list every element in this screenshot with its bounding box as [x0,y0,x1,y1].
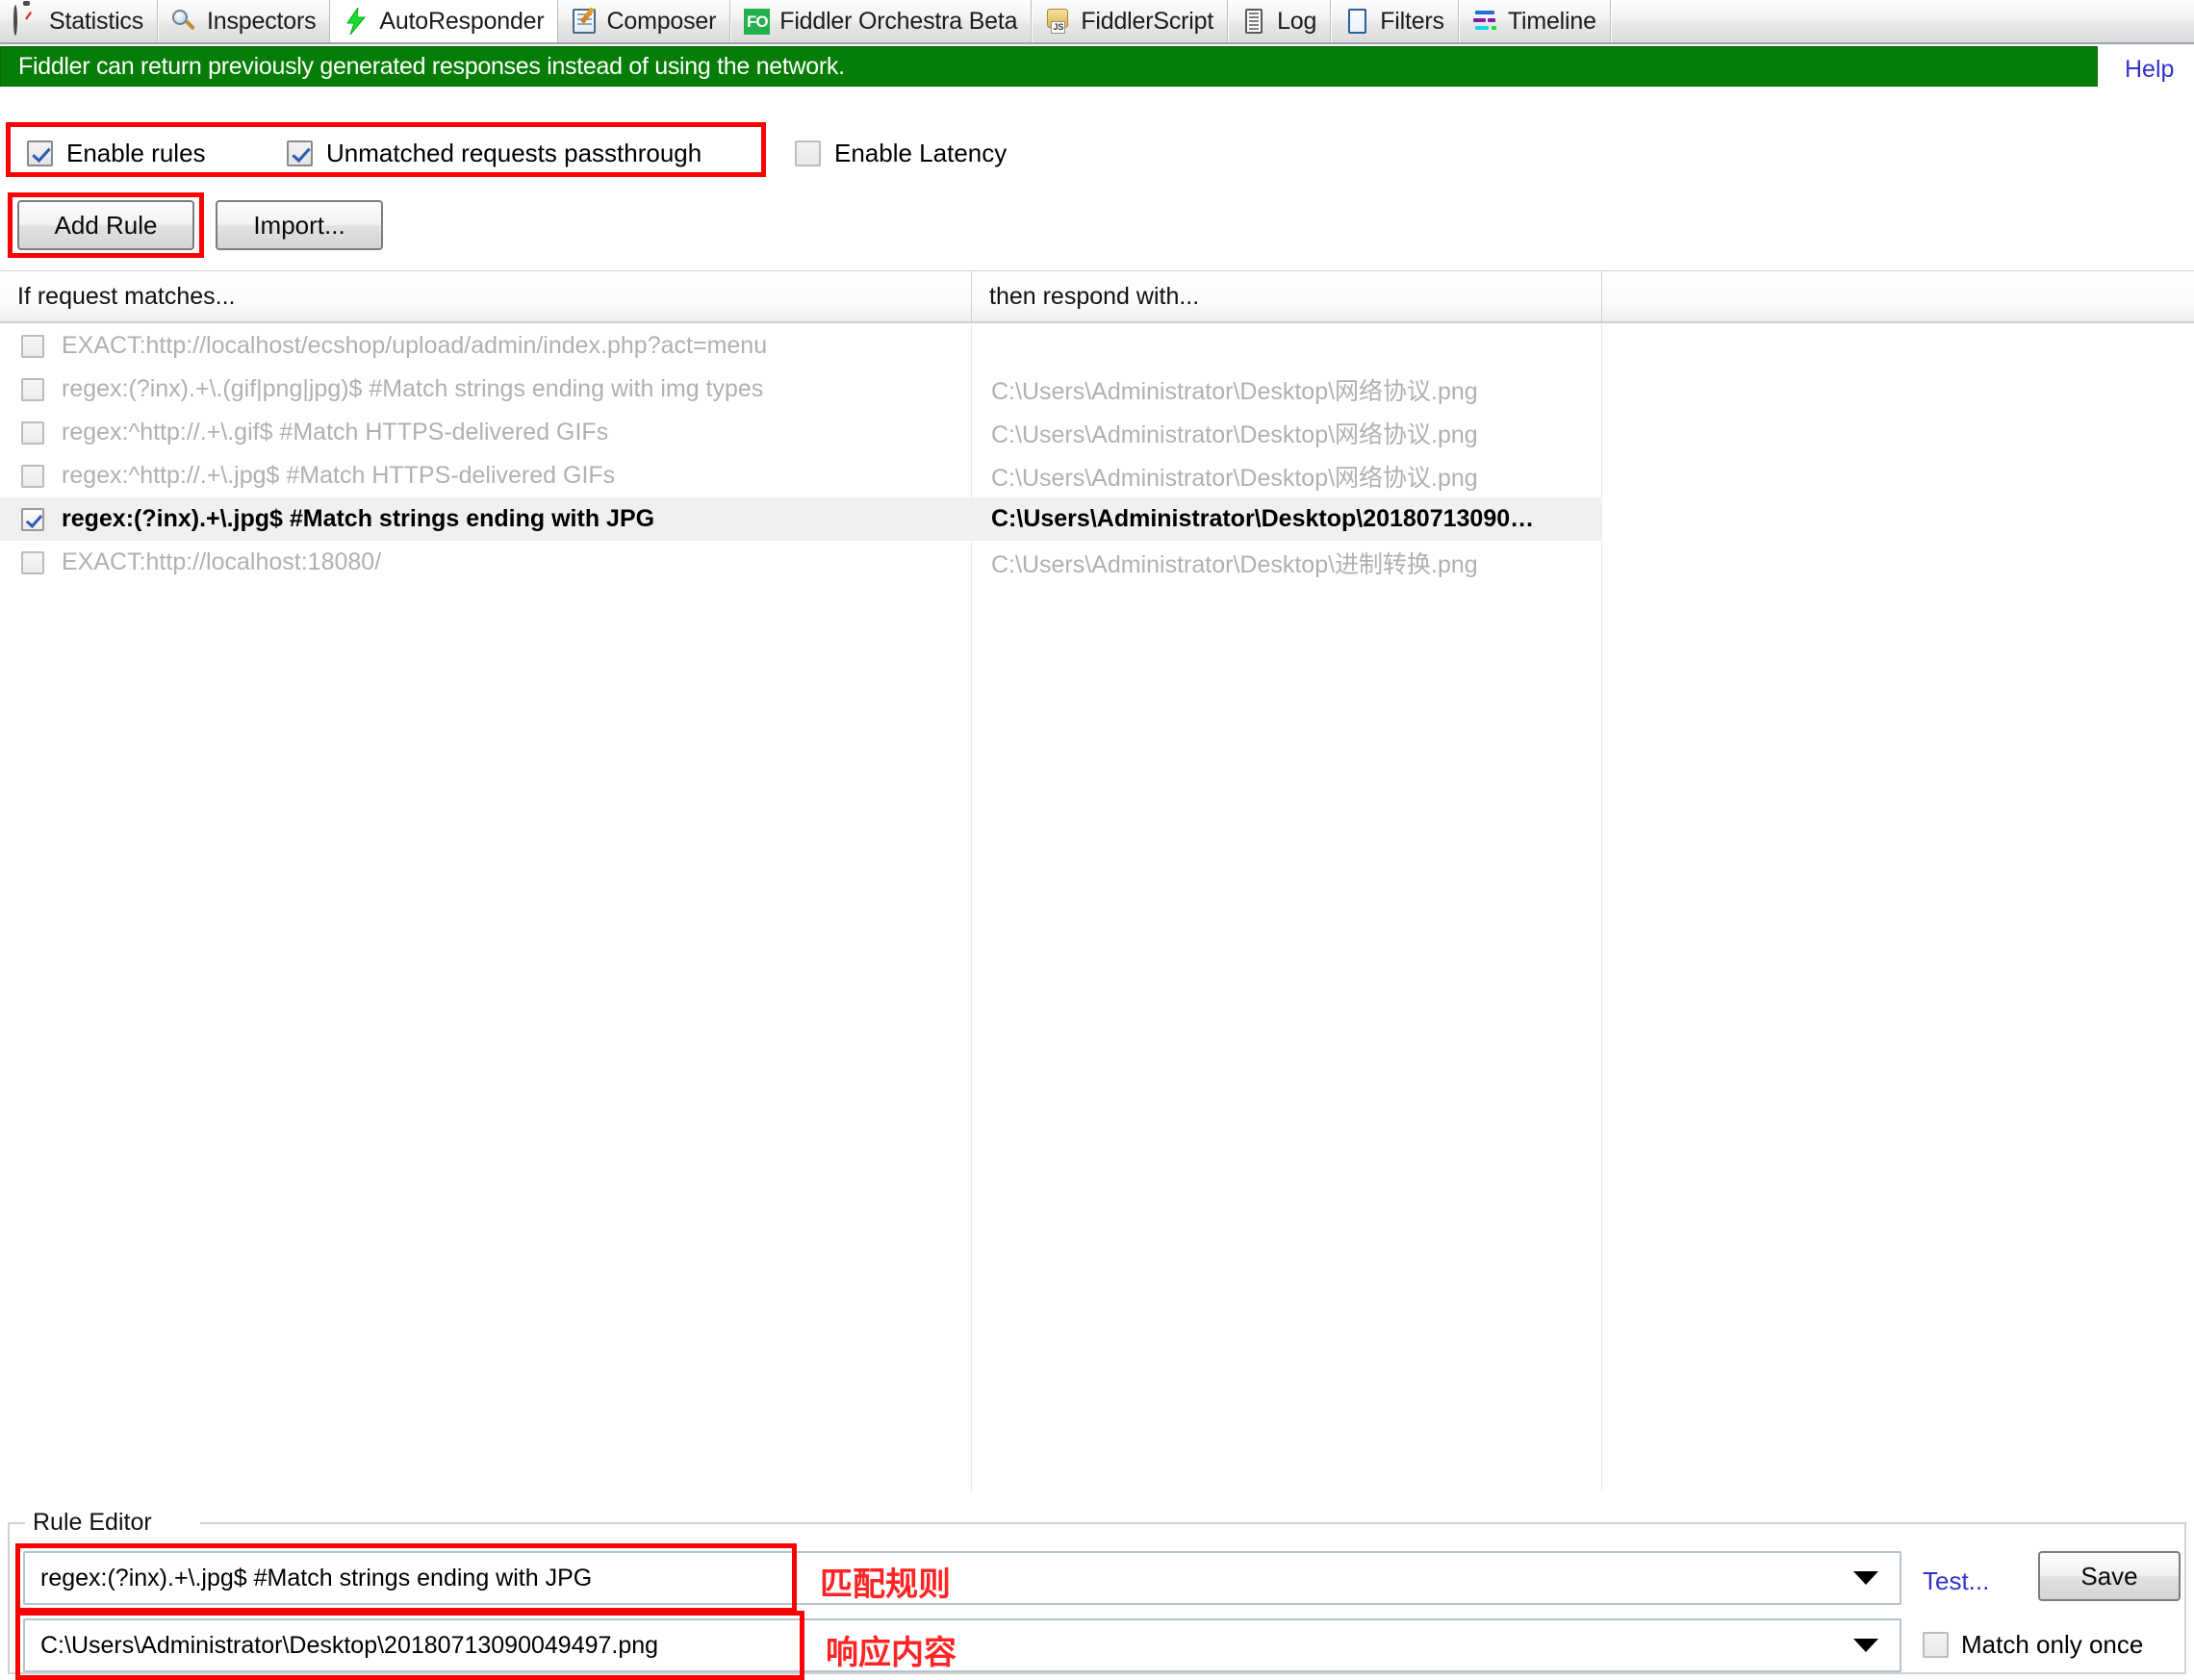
rule-respond-text: C:\Users\Administrator\Desktop\网络协议.png [991,420,1478,448]
timeline-bars-icon [1470,7,1499,36]
main-tab-bar: Statistics Inspectors AutoResponder Comp… [0,0,2194,44]
rule-editor-label: Rule Editor [27,1509,158,1537]
tab-label: Inspectors [207,7,317,35]
tab-label: AutoResponder [379,7,545,35]
rule-match-text: EXACT:http://localhost/ecshop/upload/adm… [62,332,768,359]
notepad-pencil-icon [570,7,599,36]
script-scroll-icon: JS [1043,7,1072,36]
test-link[interactable]: Test... [1923,1566,1989,1596]
tab-statistics[interactable]: Statistics [0,0,159,42]
lightning-bolt-icon [342,7,370,36]
rule-match-text: regex:^http://.+\.gif$ #Match HTTPS-deli… [62,419,609,445]
rule-enabled-checkbox[interactable] [21,334,44,358]
tab-inspectors[interactable]: Inspectors [158,0,331,42]
column-header-extra[interactable] [1602,271,2194,322]
option-label: Unmatched requests passthrough [326,139,702,167]
table-row[interactable]: EXACT:http://localhost/ecshop/upload/adm… [0,324,2194,368]
table-row[interactable]: regex:(?inx).+\.(gif|png|jpg)$ #Match st… [0,368,2194,411]
annotation-text-respond-content: 响应内容 [826,1634,957,1672]
tab-label: Timeline [1507,7,1596,35]
rule-respond-combobox[interactable]: C:\Users\Administrator\Desktop\201807130… [23,1618,1901,1672]
log-lines-icon [1239,7,1268,36]
option-label: Enable Latency [834,139,1008,167]
tab-fiddler-orchestra[interactable]: FO Fiddler Orchestra Beta [730,0,1033,42]
filter-panel-icon [1342,7,1371,36]
tab-timeline[interactable]: Timeline [1459,0,1611,42]
rule-match-value: regex:(?inx).+\.jpg$ #Match strings endi… [40,1564,593,1591]
help-link[interactable]: Help [2125,56,2174,84]
tab-label: Statistics [49,7,144,35]
tab-bar-filler [1611,0,2194,42]
rule-enabled-checkbox[interactable] [21,464,44,488]
annotation-text-match-rule: 匹配规则 [820,1565,951,1604]
enable-rules-checkbox[interactable] [27,140,53,166]
stopwatch-icon [12,5,40,36]
rule-respond-text: C:\Users\Administrator\Desktop\进制转换.png [991,550,1478,578]
option-enable-latency[interactable]: Enable Latency [795,139,1007,168]
rule-editor-border-right [200,1522,2186,1524]
rule-enabled-checkbox[interactable] [21,507,44,531]
rule-match-text: regex:(?inx).+\.jpg$ #Match strings endi… [62,505,655,532]
rule-respond-text: C:\Users\Administrator\Desktop\网络协议.png [991,377,1478,405]
tab-fiddlerscript[interactable]: JS FiddlerScript [1032,0,1229,42]
option-unmatched-passthrough[interactable]: Unmatched requests passthrough [287,139,702,168]
rule-match-text: regex:^http://.+\.jpg$ #Match HTTPS-deli… [62,462,616,489]
tab-label: FiddlerScript [1081,7,1214,35]
rules-table-header: If request matches... then respond with.… [0,270,2194,323]
table-row[interactable]: regex:^http://.+\.jpg$ #Match HTTPS-deli… [0,454,2194,497]
match-only-once-label: Match only once [1961,1630,2144,1659]
rule-match-text: regex:(?inx).+\.(gif|png|jpg)$ #Match st… [62,375,764,402]
tab-autoresponder[interactable]: AutoResponder [329,0,558,42]
rule-match-combobox[interactable]: regex:(?inx).+\.jpg$ #Match strings endi… [23,1551,1901,1605]
rule-enabled-checkbox[interactable] [21,377,44,401]
save-button[interactable]: Save [2038,1551,2181,1601]
column-header-if-request-matches[interactable]: If request matches... [0,271,972,322]
rule-editor-border-left [8,1522,25,1524]
option-enable-rules[interactable]: Enable rules [27,139,206,168]
rules-table-body[interactable]: EXACT:http://localhost/ecshop/upload/adm… [0,324,2194,1492]
tab-filters[interactable]: Filters [1331,0,1459,42]
tab-label: Filters [1380,7,1444,35]
rule-respond-value: C:\Users\Administrator\Desktop\201807130… [40,1631,659,1659]
magnifier-icon [169,7,198,36]
enable-latency-checkbox[interactable] [795,140,821,166]
autoresponder-options-row: Enable rules Unmatched requests passthro… [0,123,2194,181]
tab-label: Log [1277,7,1317,35]
rule-enabled-checkbox[interactable] [21,550,44,574]
rule-match-text: EXACT:http://localhost:18080/ [62,548,382,575]
column-header-then-respond-with[interactable]: then respond with... [972,271,1602,322]
autoresponder-description-banner: Fiddler can return previously generated … [0,46,2098,87]
tab-composer[interactable]: Composer [558,0,731,42]
unmatched-passthrough-checkbox[interactable] [287,140,313,166]
tab-label: Fiddler Orchestra Beta [779,7,1018,35]
match-only-once-option[interactable]: Match only once [1923,1630,2143,1660]
add-rule-button[interactable]: Add Rule [17,200,194,250]
chevron-down-icon[interactable] [1853,1571,1878,1585]
rule-enabled-checkbox[interactable] [21,420,44,445]
fo-badge-icon: FO [742,7,771,36]
rule-respond-text: C:\Users\Administrator\Desktop\网络协议.png [991,464,1478,492]
option-label: Enable rules [66,139,206,167]
table-row[interactable]: EXACT:http://localhost:18080/ C:\Users\A… [0,541,2194,584]
match-only-once-checkbox[interactable] [1923,1632,1949,1658]
tab-label: Composer [606,7,717,35]
chevron-down-icon[interactable] [1853,1639,1878,1652]
import-button[interactable]: Import... [216,200,383,250]
tab-log[interactable]: Log [1228,0,1332,42]
rule-respond-text: C:\Users\Administrator\Desktop\201807130… [991,505,1535,532]
table-row[interactable]: regex:^http://.+\.gif$ #Match HTTPS-deli… [0,411,2194,454]
table-row-selected[interactable]: regex:(?inx).+\.jpg$ #Match strings endi… [0,497,1602,541]
